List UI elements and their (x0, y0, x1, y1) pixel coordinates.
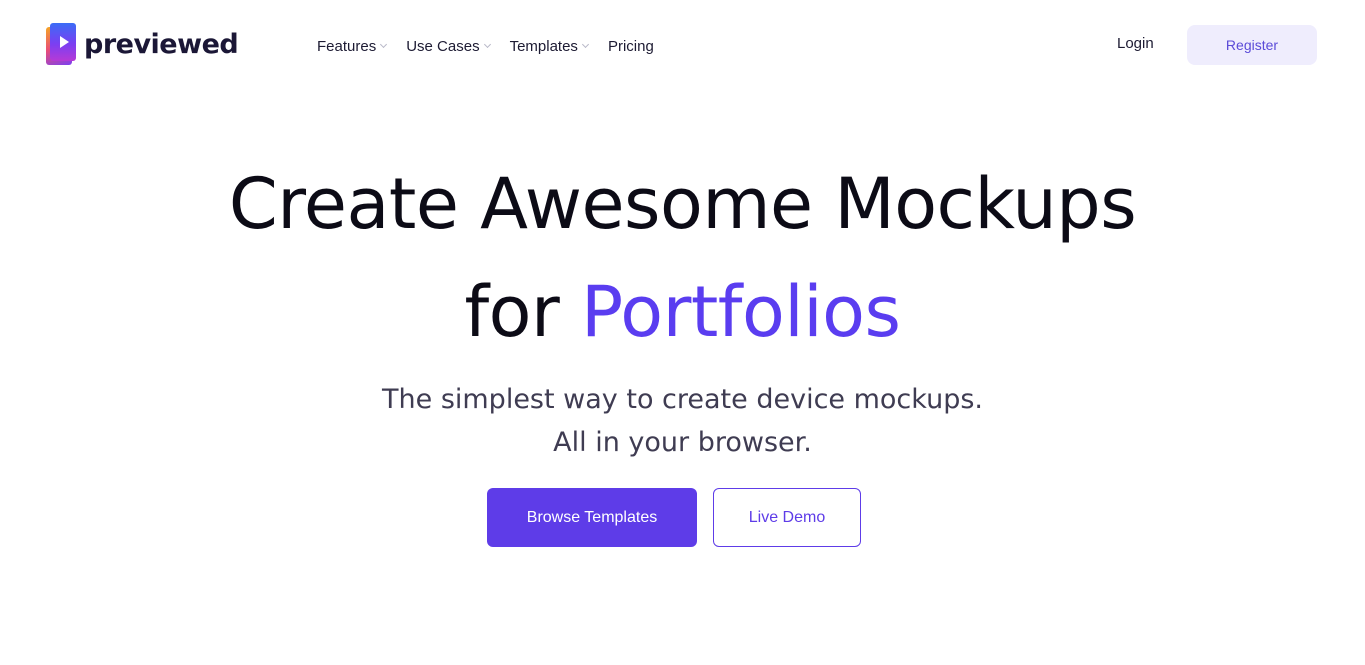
hero-title-accent: Portfolios (581, 271, 901, 353)
logo-play-icon (46, 22, 78, 66)
logo[interactable]: previewed (46, 22, 239, 66)
login-link[interactable]: Login (1117, 35, 1154, 52)
browse-templates-button[interactable]: Browse Templates (487, 488, 697, 547)
hero-title: Create Awesome Mockups for Portfolios (0, 150, 1365, 366)
main-nav: Features Use Cases Templates Pricing (317, 34, 654, 58)
nav-item-label: Features (317, 37, 377, 55)
chevron-down-icon (483, 40, 491, 49)
hero-subtitle: The simplest way to create device mockup… (0, 378, 1365, 464)
site-header: previewed Features Use Cases Templates P… (0, 0, 1365, 92)
hero-title-prefix: for (464, 271, 582, 353)
hero-subtitle-line-2: All in your browser. (553, 427, 812, 458)
hero-title-line-2: for Portfolios (0, 258, 1365, 366)
live-demo-button[interactable]: Live Demo (713, 488, 861, 547)
nav-item-features[interactable]: Features (317, 37, 388, 55)
logo-text: previewed (84, 28, 239, 60)
chevron-down-icon (380, 40, 388, 49)
nav-item-label: Pricing (607, 37, 654, 55)
chevron-down-icon (581, 40, 589, 49)
hero-subtitle-line-1: The simplest way to create device mockup… (382, 384, 983, 415)
nav-item-use-cases[interactable]: Use Cases (406, 37, 491, 55)
nav-item-label: Templates (509, 37, 578, 55)
cta-row: Browse Templates Live Demo (487, 488, 861, 547)
nav-item-label: Use Cases (406, 37, 480, 55)
nav-item-templates[interactable]: Templates (509, 37, 589, 55)
register-button[interactable]: Register (1187, 25, 1317, 65)
nav-item-pricing[interactable]: Pricing (608, 38, 654, 55)
hero-title-line-1: Create Awesome Mockups (228, 163, 1137, 245)
